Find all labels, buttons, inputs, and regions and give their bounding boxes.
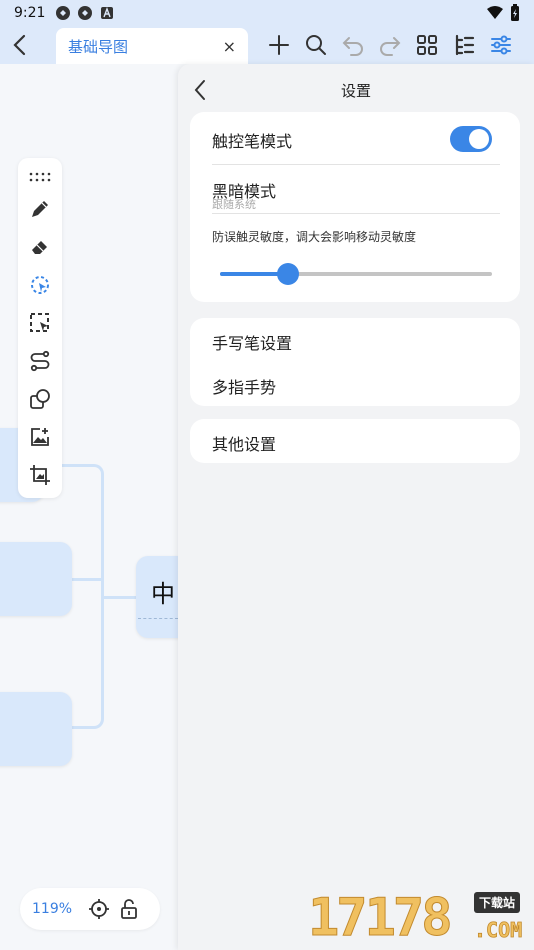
sync-icon: [56, 6, 71, 20]
grid-icon: [416, 35, 437, 55]
dark-mode-value: 跟随系统: [212, 198, 256, 211]
plus-icon: [268, 35, 289, 55]
status-time: 9:21: [14, 5, 46, 21]
unlock-icon: [121, 899, 137, 919]
settings-button[interactable]: [482, 26, 519, 64]
multi-finger-label: 多指手势: [212, 378, 277, 397]
pen-icon: [32, 201, 48, 217]
wifi-icon: [487, 6, 503, 19]
connector-tool-button[interactable]: [18, 342, 62, 380]
undo-button[interactable]: [334, 26, 371, 64]
crop-image-button[interactable]: [18, 456, 62, 494]
connector-line: [104, 596, 138, 599]
layout-button[interactable]: [408, 26, 445, 64]
back-button[interactable]: [0, 26, 40, 64]
center-node-text: 中: [151, 580, 175, 608]
settings-header: 设置: [178, 64, 534, 116]
font-icon: [101, 7, 114, 19]
more-tools-button[interactable]: [18, 164, 62, 190]
redo-button[interactable]: [371, 26, 408, 64]
zoom-level[interactable]: 119%: [32, 901, 72, 917]
undo-icon: [342, 37, 363, 56]
locate-button[interactable]: [88, 895, 110, 923]
crosshair-icon: [89, 899, 110, 919]
eraser-icon: [32, 241, 47, 254]
sliders-icon: [490, 35, 511, 55]
top-toolbar: 基础导图 ×: [0, 26, 534, 64]
image-crop-icon: [30, 465, 50, 485]
search-icon: [305, 35, 326, 55]
tab-title: 基础导图: [68, 37, 129, 56]
connector-line: [70, 578, 104, 581]
battery-icon: [511, 4, 519, 21]
tab-close-button[interactable]: ×: [223, 37, 236, 56]
dark-mode-row[interactable]: 黑暗模式 跟随系统: [190, 164, 520, 214]
insert-image-button[interactable]: [18, 418, 62, 456]
zoom-control: 119%: [20, 888, 160, 930]
shape-tool-button[interactable]: [18, 380, 62, 418]
eraser-tool-button[interactable]: [18, 228, 62, 266]
settings-card-general: 触控笔模式 黑暗模式 跟随系统 防误触灵敏度，调大会影响移动灵敏度: [190, 112, 520, 302]
divider: [212, 213, 500, 214]
add-button[interactable]: [260, 26, 297, 64]
shapes-icon: [30, 389, 50, 409]
settings-card-input: 手写笔设置 多指手势: [190, 318, 520, 406]
lasso-tool-button[interactable]: [18, 266, 62, 304]
watermark-logo: 17178 下载站 .COM: [308, 888, 534, 950]
redo-icon: [379, 37, 400, 56]
watermark-digits: 17178: [308, 888, 454, 948]
sync-icon: [78, 6, 93, 20]
lock-button[interactable]: [118, 895, 140, 923]
node-dashed-line: [138, 618, 178, 619]
pen-tool-button[interactable]: [18, 190, 62, 228]
status-bar: 9:21: [0, 0, 534, 26]
palm-rejection-label: 防误触灵敏度，调大会影响移动灵敏度: [212, 230, 417, 244]
outline-icon: [455, 34, 474, 56]
connector-icon: [30, 350, 50, 372]
stylus-settings-row[interactable]: 手写笔设置: [190, 318, 520, 362]
mindmap-node[interactable]: [0, 692, 72, 766]
settings-back-button[interactable]: [186, 76, 214, 104]
chevron-left-icon: [194, 80, 205, 100]
stylus-mode-toggle[interactable]: [450, 126, 492, 152]
toolbar-actions: [260, 26, 519, 64]
dots-grid-icon: [29, 172, 51, 182]
palm-rejection-slider[interactable]: [220, 263, 492, 285]
settings-title: 设置: [340, 81, 371, 100]
slider-thumb[interactable]: [277, 263, 299, 285]
toggle-knob: [469, 129, 489, 149]
image-add-icon: [31, 428, 49, 446]
watermark-badge: 下载站: [474, 892, 521, 913]
select-tool-button[interactable]: [18, 304, 62, 342]
settings-card-other[interactable]: 其他设置: [190, 419, 520, 463]
stylus-settings-label: 手写笔设置: [212, 334, 293, 353]
chevron-left-icon: [13, 34, 26, 56]
tool-rail: [18, 158, 62, 498]
mindmap-node[interactable]: [0, 542, 72, 616]
outline-button[interactable]: [445, 26, 482, 64]
other-settings-label: 其他设置: [212, 435, 277, 454]
watermark-domain: .COM: [474, 918, 523, 943]
settings-panel: 设置 触控笔模式 黑暗模式 跟随系统 防误触灵敏度，调大会影响移动灵敏度 手写笔…: [178, 64, 534, 950]
rect-select-icon: [30, 313, 49, 332]
lasso-select-icon: [31, 276, 49, 294]
search-button[interactable]: [297, 26, 334, 64]
document-tab[interactable]: 基础导图 ×: [56, 28, 248, 64]
multi-finger-row[interactable]: 多指手势: [190, 362, 520, 406]
